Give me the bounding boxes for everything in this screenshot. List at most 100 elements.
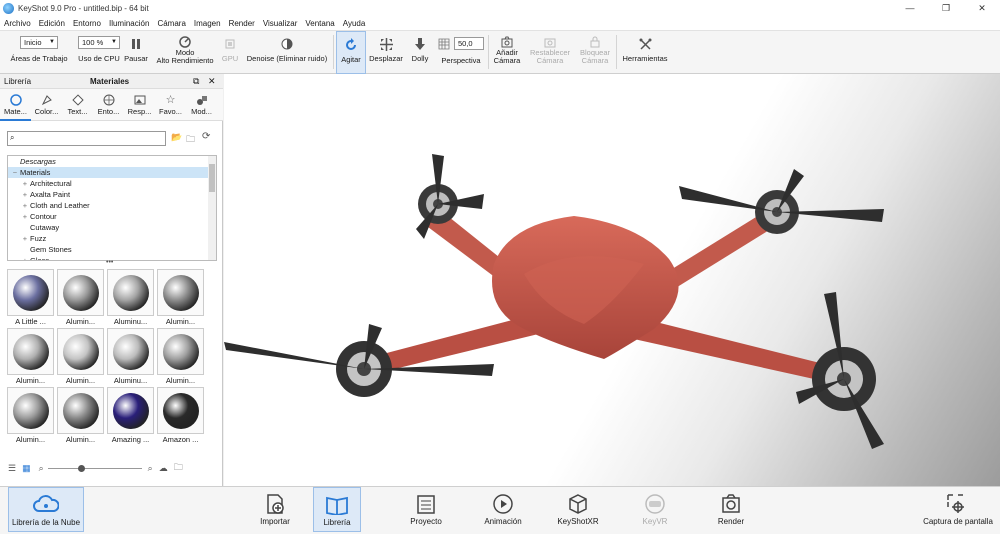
tab-environments[interactable]: Ento... — [93, 89, 124, 121]
material-thumbnail[interactable]: Amazing ... — [107, 387, 154, 446]
undock-icon[interactable]: ⧉ — [193, 76, 199, 87]
collapse-icon[interactable]: − — [10, 167, 20, 178]
tab-favorites[interactable]: ☆ Favo... — [155, 89, 186, 121]
menu-entorno[interactable]: Entorno — [69, 19, 105, 28]
cpu-select[interactable]: 100 % ▼ — [78, 36, 120, 49]
material-thumbnail[interactable]: Aluminu... — [107, 328, 154, 387]
tumble-button[interactable]: Agitar — [336, 31, 366, 74]
menu-render[interactable]: Render — [225, 19, 259, 28]
tree-item[interactable]: + Contour — [8, 211, 216, 222]
render-button[interactable]: Render — [710, 487, 752, 532]
gpu-button[interactable]: GPU — [218, 31, 242, 74]
expand-icon[interactable]: + — [20, 178, 30, 189]
perspective-label: Perspectiva — [441, 56, 481, 65]
menu-edicion[interactable]: Edición — [35, 19, 69, 28]
minimize-button[interactable]: — — [892, 0, 928, 16]
perspective-input[interactable]: 50,0 — [454, 37, 484, 50]
material-preview-sphere — [57, 269, 104, 316]
tree-item[interactable]: − Materials — [8, 167, 216, 178]
material-name: Amazing ... — [111, 435, 150, 444]
refresh-icon[interactable]: ⟳ — [202, 131, 210, 142]
thumbnail-size-slider[interactable] — [47, 463, 142, 473]
material-thumbnail[interactable]: Aluminu... — [107, 269, 154, 328]
keyshotxr-button[interactable]: KeyShotXR — [553, 487, 603, 532]
tab-backplates[interactable]: Resp... — [124, 89, 155, 121]
material-thumbnail[interactable]: Alumin... — [157, 328, 204, 387]
performance-icon — [179, 35, 191, 49]
reset-camera-button[interactable]: Restablecer Cámara — [526, 31, 574, 74]
lock-camera-button[interactable]: Bloquear Cámara — [576, 31, 614, 74]
import-button[interactable]: Importar — [250, 487, 300, 532]
zoom-out-icon[interactable]: ⌕ — [39, 463, 44, 474]
cloud-upload-icon[interactable]: ☁ — [159, 463, 168, 474]
keyvr-button[interactable]: KeyVR — [636, 487, 674, 532]
tree-item[interactable]: Cutaway — [8, 222, 216, 233]
cpu-group: 100 % ▼ Uso de CPU — [76, 31, 122, 74]
material-thumbnail[interactable]: Alumin... — [157, 269, 204, 328]
tree-item[interactable]: + Fuzz — [8, 233, 216, 244]
pan-button[interactable]: Desplazar — [367, 31, 405, 74]
splitter-handle[interactable]: ••• — [106, 259, 113, 266]
tab-textures[interactable]: Text... — [62, 89, 93, 121]
material-thumbnail[interactable]: Alumin... — [57, 269, 104, 328]
tab-models[interactable]: Mod... — [186, 89, 217, 121]
material-thumbnail[interactable]: Amazon ... — [157, 387, 204, 446]
workspace-select[interactable]: Inicio ▼ — [20, 36, 58, 49]
material-thumbnail[interactable]: A Little ... — [7, 269, 54, 328]
menu-archivo[interactable]: Archivo — [0, 19, 35, 28]
close-button[interactable]: ✕ — [964, 0, 1000, 16]
menu-ayuda[interactable]: Ayuda — [339, 19, 370, 28]
expand-icon[interactable]: + — [20, 211, 30, 222]
tab-label: Mod... — [191, 107, 212, 116]
tab-materials[interactable]: Mate... — [0, 89, 31, 121]
open-folder-icon[interactable]: 📂 — [171, 132, 182, 143]
tree-item[interactable]: + Cloth and Leather — [8, 200, 216, 211]
render-viewport[interactable] — [224, 74, 1000, 486]
expand-icon[interactable]: + — [20, 200, 30, 211]
pause-button[interactable]: Pausar — [122, 31, 150, 74]
denoise-button[interactable]: Denoise (Eliminar ruido) — [244, 31, 330, 74]
material-name: Alumin... — [65, 376, 96, 385]
import-folder-icon[interactable]: 🗀 — [174, 460, 183, 476]
material-thumbnail[interactable]: Alumin... — [57, 387, 104, 446]
menu-imagen[interactable]: Imagen — [190, 19, 225, 28]
tree-item[interactable]: Gem Stones — [8, 244, 216, 255]
material-name: Alumin... — [15, 435, 46, 444]
tools-button[interactable]: Herramientas — [618, 31, 672, 74]
animation-button[interactable]: Animación — [477, 487, 529, 532]
grid-view-icon[interactable]: ▦ — [22, 463, 31, 474]
tree-scrollbar[interactable] — [208, 156, 216, 260]
tab-colors[interactable]: Color... — [31, 89, 62, 121]
menu-ventana[interactable]: Ventana — [301, 19, 338, 28]
performance-mode-button[interactable]: Modo Alto Rendimiento — [154, 31, 216, 74]
zoom-in-icon[interactable]: ⌕ — [148, 463, 153, 474]
menu-camara[interactable]: Cámara — [153, 19, 189, 28]
tree-item[interactable]: Descargas — [8, 156, 216, 167]
library-search-input[interactable]: ⌕ — [7, 131, 166, 146]
close-panel-icon[interactable]: ✕ — [208, 76, 216, 87]
material-thumbnail[interactable]: Alumin... — [7, 328, 54, 387]
maximize-button[interactable]: ❐ — [928, 0, 964, 16]
list-view-icon[interactable]: ☰ — [8, 463, 16, 474]
menu-visualizar[interactable]: Visualizar — [259, 19, 302, 28]
menu-iluminacion[interactable]: Iluminación — [105, 19, 153, 28]
material-thumbnail[interactable]: Alumin... — [57, 328, 104, 387]
drone-model[interactable] — [224, 74, 1000, 486]
expand-icon[interactable]: + — [20, 255, 30, 260]
cloud-library-button[interactable]: Librería de la Nube — [8, 487, 84, 532]
screenshot-button[interactable]: Captura de pantalla — [920, 487, 996, 532]
tree-item[interactable]: + Architectural — [8, 178, 216, 189]
add-camera-button[interactable]: Añadir Cámara — [490, 31, 524, 74]
window-title: KeyShot 9.0 Pro - untitled.bip - 64 bit — [18, 3, 149, 13]
tree-item[interactable]: + Axalta Paint — [8, 189, 216, 200]
expand-icon[interactable]: + — [20, 233, 30, 244]
gpu-label: GPU — [221, 54, 239, 63]
expand-icon[interactable]: + — [20, 189, 30, 200]
material-thumbnail[interactable]: Alumin... — [7, 387, 54, 446]
cloud-icon — [33, 492, 59, 518]
add-folder-icon[interactable]: 🗀 — [186, 132, 195, 148]
dolly-button[interactable]: Dolly — [407, 31, 433, 74]
screenshot-label: Captura de pantalla — [923, 517, 993, 526]
project-button[interactable]: Proyecto — [402, 487, 450, 532]
library-button[interactable]: Librería — [313, 487, 361, 532]
